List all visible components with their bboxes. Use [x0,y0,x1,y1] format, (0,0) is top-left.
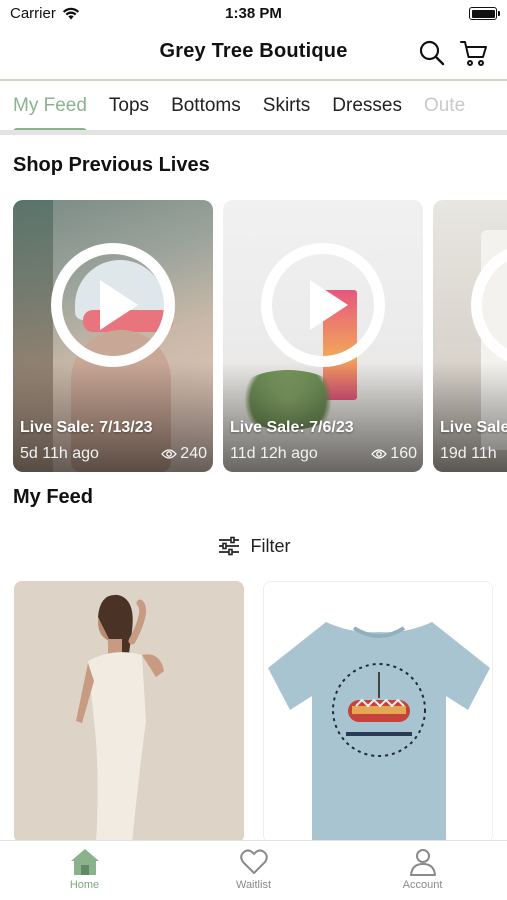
product-image-dress [14,581,244,843]
sliders-icon [218,536,239,556]
tab-my-feed[interactable]: My Feed [13,81,87,135]
heart-icon [239,849,268,874]
feed-section-title: My Feed [13,486,94,508]
category-tabs: My Feed Tops Bottoms Skirts Dresses Oute [0,79,507,135]
eye-icon [161,449,178,459]
tab-tops[interactable]: Tops [109,81,149,135]
tab-skirts[interactable]: Skirts [263,81,311,135]
user-icon [409,849,436,876]
live-views: 240 [180,445,207,462]
live-card[interactable]: Live Sale: 7/6/23 11d 12h ago 160 [223,200,423,472]
live-title: Live Sale: 7/13/23 [20,419,153,436]
live-title: Live Sale [440,419,507,436]
live-age: 11d 12h ago [230,445,318,462]
live-views: 160 [390,445,417,462]
app-header: Grey Tree Boutique [0,28,507,78]
status-bar: Carrier 1:38 PM [0,0,507,28]
nav-home[interactable]: Home [0,841,169,900]
nav-home-label: Home [69,879,100,891]
filter-label: Filter [250,535,291,556]
play-icon[interactable] [261,243,385,367]
nav-account-label: Account [402,879,443,891]
tabs-divider [0,130,507,135]
live-card[interactable]: Live Sale 19d 11h [433,200,507,472]
nav-waitlist[interactable]: Waitlist [169,841,338,900]
live-age: 19d 11h [440,445,497,462]
lives-section-title: Shop Previous Lives [13,154,210,176]
status-time: 1:38 PM [225,5,282,22]
live-title: Live Sale: 7/6/23 [230,419,354,436]
nav-account[interactable]: Account [338,841,507,900]
lives-carousel[interactable]: Live Sale: 7/13/23 5d 11h ago 240 Live S… [13,200,507,472]
tab-dresses[interactable]: Dresses [332,81,402,135]
tab-outerwear[interactable]: Oute [424,81,465,135]
play-icon[interactable] [51,243,175,367]
tab-bottoms[interactable]: Bottoms [171,81,241,135]
cart-button[interactable] [459,38,489,68]
filter-button[interactable]: Filter [0,530,507,562]
cart-icon [460,41,487,66]
battery-icon [469,7,500,20]
search-button[interactable] [417,38,447,68]
live-card[interactable]: Live Sale: 7/13/23 5d 11h ago 240 [13,200,213,472]
product-card[interactable] [263,581,493,843]
bottom-nav: Home Waitlist Account [0,840,507,900]
product-image-tshirt [264,582,492,842]
live-age: 5d 11h ago [20,445,99,462]
search-icon [419,40,445,66]
home-icon [70,849,99,875]
nav-waitlist-label: Waitlist [235,879,272,891]
eye-icon [371,449,388,459]
header-actions [417,38,489,68]
product-card[interactable] [14,581,244,843]
